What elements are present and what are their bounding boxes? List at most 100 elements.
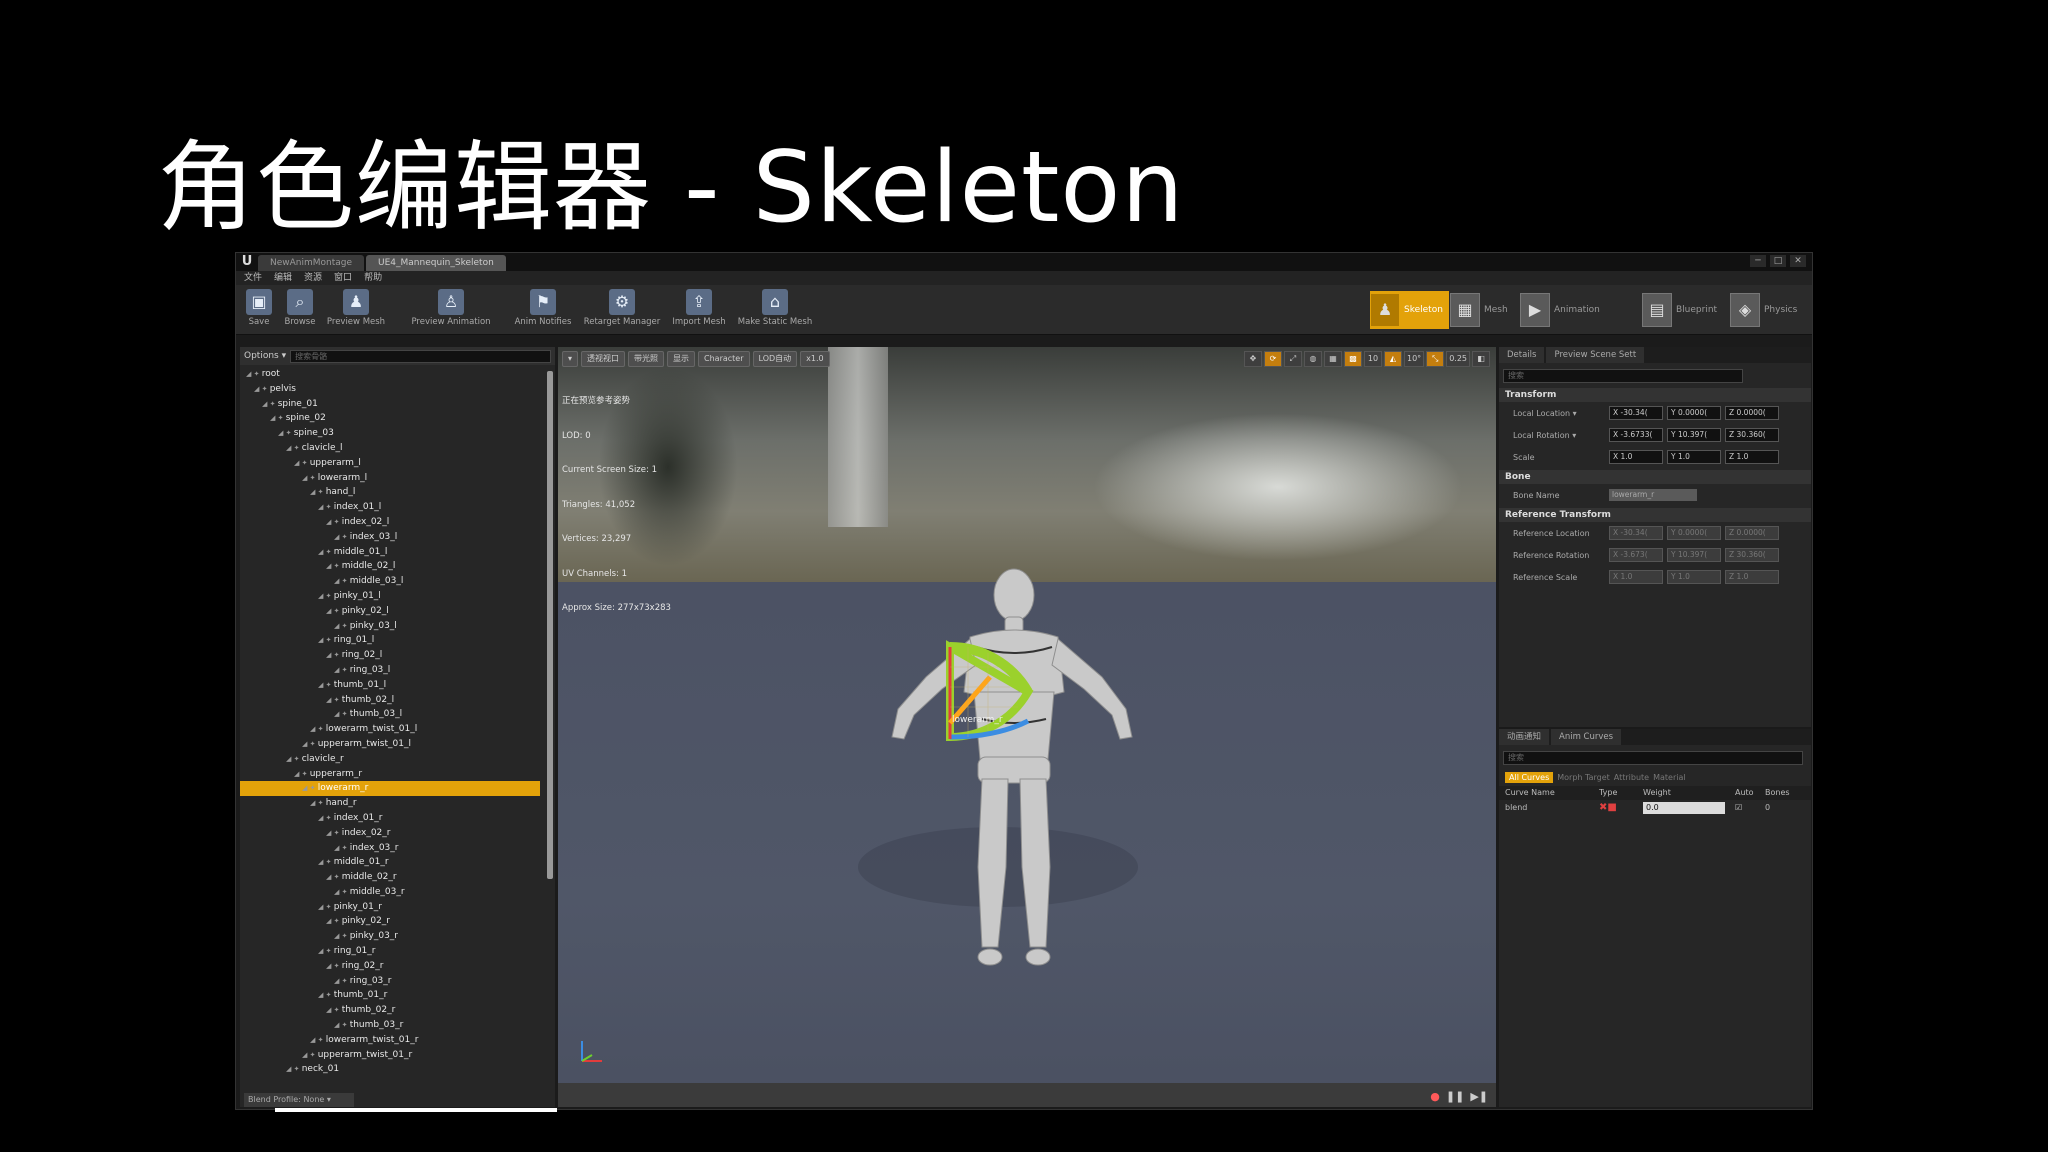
bone-row[interactable]: ◢ ✦ upperarm_twist_01_r: [240, 1048, 540, 1063]
property-label[interactable]: Local Rotation ▾: [1513, 431, 1605, 440]
value-field[interactable]: X -3.6733(: [1609, 428, 1663, 442]
viewport-tool-button[interactable]: ◍: [1304, 351, 1322, 367]
preview-animation-button[interactable]: ♙ Preview Animation: [406, 289, 496, 333]
tab-anim-montage[interactable]: NewAnimMontage: [258, 255, 365, 271]
value-field[interactable]: Y 1.0: [1667, 450, 1721, 464]
menu-help[interactable]: 帮助: [364, 271, 382, 285]
value-field[interactable]: Y 10.397(: [1667, 428, 1721, 442]
pause-icon[interactable]: ❚❚: [1446, 1090, 1464, 1103]
bone-row[interactable]: ◢ ✦ ring_02_r: [240, 959, 540, 974]
viewport-tool-button[interactable]: ◧: [1472, 351, 1490, 367]
section-transform[interactable]: Transform: [1499, 388, 1811, 402]
show-button[interactable]: 显示: [667, 351, 696, 367]
value-field[interactable]: X -30.34(: [1609, 406, 1663, 420]
bone-row[interactable]: ◢ ✦ index_03_r: [240, 841, 540, 856]
curves-search-input[interactable]: 搜索: [1503, 751, 1803, 765]
lod-button[interactable]: LOD自动: [752, 351, 798, 367]
filter-all-curves[interactable]: All Curves: [1505, 771, 1554, 783]
viewport-tool-button[interactable]: ⤡: [1426, 351, 1445, 367]
viewport-tool-button[interactable]: ⟳: [1264, 351, 1282, 367]
import-mesh-button[interactable]: ⇪ Import Mesh: [670, 289, 728, 333]
minimize-button[interactable]: ─: [1750, 255, 1766, 267]
bone-row[interactable]: ◢ ✦ pinky_02_r: [240, 914, 540, 929]
bone-row[interactable]: ◢ ✦ spine_02: [240, 411, 540, 426]
viewport-tool-button[interactable]: ✥: [1244, 351, 1262, 367]
viewport-tool-button[interactable]: 10°: [1404, 351, 1425, 367]
save-button[interactable]: ▣ Save: [242, 289, 276, 333]
preview-mesh-button[interactable]: ♟ Preview Mesh: [324, 289, 388, 333]
filter-material[interactable]: Material: [1653, 773, 1686, 782]
bone-row[interactable]: ◢ ✦ spine_01: [240, 397, 540, 412]
bone-row[interactable]: ◢ ✦ middle_02_l: [240, 559, 540, 574]
menu-edit[interactable]: 编辑: [274, 271, 292, 285]
curve-row[interactable]: blend ✖■ 0.0 ☑ 0: [1499, 800, 1811, 816]
viewport[interactable]: lowerarm_r ▾ 透视视口 带光照 显示 Character LOD自动…: [558, 347, 1496, 1107]
menu-window[interactable]: 窗口: [334, 271, 352, 285]
viewport-tool-button[interactable]: ◭: [1384, 351, 1402, 367]
bone-row[interactable]: ◢ ✦ neck_01: [240, 1062, 540, 1077]
viewport-tool-button[interactable]: 0.25: [1446, 351, 1470, 367]
bone-row[interactable]: ◢ ✦ ring_01_r: [240, 944, 540, 959]
mode-skeleton-button[interactable]: ♟ Skeleton: [1370, 291, 1449, 329]
bone-row[interactable]: ◢ ✦ index_01_r: [240, 811, 540, 826]
bone-row[interactable]: ◢ ✦ ring_03_r: [240, 974, 540, 989]
tab-anim-curves[interactable]: Anim Curves: [1551, 729, 1622, 745]
bone-row[interactable]: ◢ ✦ pinky_03_l: [240, 619, 540, 634]
bone-row[interactable]: ◢ ✦ index_01_l: [240, 500, 540, 515]
viewport-tool-button[interactable]: 10: [1364, 351, 1382, 367]
value-field[interactable]: Y 0.0000(: [1667, 406, 1721, 420]
bone-row[interactable]: ◢ ✦ thumb_03_r: [240, 1018, 540, 1033]
mode-mesh-button[interactable]: ▦ Mesh: [1450, 291, 1508, 329]
bone-row[interactable]: ◢ ✦ middle_03_l: [240, 574, 540, 589]
section-reference-transform[interactable]: Reference Transform: [1499, 508, 1811, 522]
bone-row[interactable]: ◢ ✦ pinky_02_l: [240, 604, 540, 619]
auto-checkbox[interactable]: ☑: [1735, 800, 1765, 816]
bone-row[interactable]: ◢ ✦ pinky_01_l: [240, 589, 540, 604]
viewport-tool-button[interactable]: ⤢: [1284, 351, 1302, 367]
weight-input[interactable]: 0.0: [1643, 802, 1725, 814]
menu-file[interactable]: 文件: [244, 271, 262, 285]
maximize-button[interactable]: □: [1770, 255, 1786, 267]
filter-morph-target[interactable]: Morph Target: [1557, 773, 1610, 782]
bone-row[interactable]: ◢ ✦ hand_r: [240, 796, 540, 811]
bone-row[interactable]: ◢ ✦ clavicle_l: [240, 441, 540, 456]
bone-row[interactable]: ◢ ✦ upperarm_r: [240, 767, 540, 782]
value-field[interactable]: Z 30.360(: [1725, 428, 1779, 442]
bone-row[interactable]: ◢ ✦ middle_03_r: [240, 885, 540, 900]
bone-row[interactable]: ◢ ✦ hand_l: [240, 485, 540, 500]
bone-row[interactable]: ◢ ✦ clavicle_r: [240, 752, 540, 767]
bone-row[interactable]: ◢ ✦ middle_01_r: [240, 855, 540, 870]
mannequin-figure[interactable]: [558, 347, 1496, 1107]
bone-row[interactable]: ◢ ✦ lowerarm_r: [240, 781, 540, 797]
bone-row[interactable]: ◢ ✦ lowerarm_twist_01_l: [240, 722, 540, 737]
anim-notifies-button[interactable]: ⚑ Anim Notifies: [512, 289, 574, 333]
bone-row[interactable]: ◢ ✦ thumb_01_r: [240, 988, 540, 1003]
value-field[interactable]: Z 0.0000(: [1725, 406, 1779, 420]
bone-row[interactable]: ◢ ✦ index_02_r: [240, 826, 540, 841]
tab-preview-scene-settings[interactable]: Preview Scene Sett: [1546, 347, 1645, 363]
value-field[interactable]: X 1.0: [1609, 450, 1663, 464]
make-static-mesh-button[interactable]: ⌂ Make Static Mesh: [734, 289, 816, 333]
bone-row[interactable]: ◢ ✦ pinky_01_r: [240, 900, 540, 915]
tab-anim-notifies[interactable]: 动画通知: [1499, 729, 1550, 745]
bone-row[interactable]: ◢ ✦ pinky_03_r: [240, 929, 540, 944]
mode-animation-button[interactable]: ▶ Animation: [1520, 291, 1600, 329]
bone-row[interactable]: ◢ ✦ thumb_01_l: [240, 678, 540, 693]
browse-button[interactable]: ⌕ Browse: [282, 289, 318, 333]
filter-attribute[interactable]: Attribute: [1614, 773, 1649, 782]
tab-details[interactable]: Details: [1499, 347, 1545, 363]
value-field[interactable]: Z 1.0: [1725, 450, 1779, 464]
step-forward-icon[interactable]: ▶❚: [1470, 1090, 1488, 1103]
bone-row[interactable]: ◢ ✦ spine_03: [240, 426, 540, 441]
bone-search-input[interactable]: 搜索骨骼: [290, 349, 551, 363]
bone-row[interactable]: ◢ ✦ thumb_02_l: [240, 693, 540, 708]
bone-row[interactable]: ◢ ✦ ring_02_l: [240, 648, 540, 663]
bone-row[interactable]: ◢ ✦ ring_01_l: [240, 633, 540, 648]
character-button[interactable]: Character: [698, 351, 750, 367]
viewport-options-button[interactable]: ▾: [562, 351, 579, 367]
viewport-tool-button[interactable]: ▦: [1324, 351, 1342, 367]
bone-row[interactable]: ◢ ✦ lowerarm_twist_01_r: [240, 1033, 540, 1048]
perspective-button[interactable]: 透视视口: [581, 351, 626, 367]
bone-row[interactable]: ◢ ✦ thumb_02_r: [240, 1003, 540, 1018]
bone-row[interactable]: ◢ ✦ thumb_03_l: [240, 707, 540, 722]
